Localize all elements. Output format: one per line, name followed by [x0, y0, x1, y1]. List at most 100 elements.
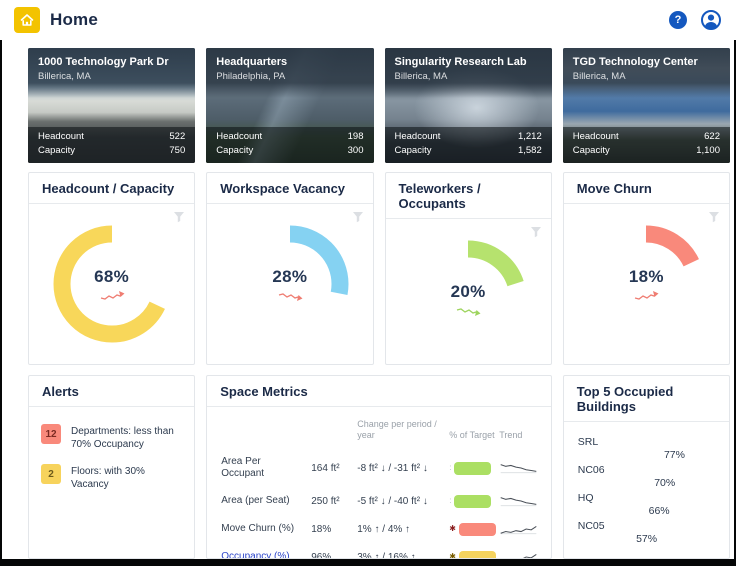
- filter-icon[interactable]: [530, 226, 542, 238]
- building-card-tgd-technology-center[interactable]: TGD Technology Center Billerica, MA Head…: [563, 48, 730, 163]
- metric-value: 164 ft²: [311, 463, 357, 474]
- building-location: Billerica, MA: [395, 71, 542, 82]
- gauge-cards-row: Headcount / Capacity 68% Workspace: [2, 163, 734, 365]
- user-menu-button[interactable]: [700, 9, 722, 31]
- alert-count-badge: 12: [41, 424, 61, 444]
- alert-item-floors[interactable]: 2 Floors: with 30% Vacancy: [41, 464, 182, 491]
- headcount-value: 198: [348, 130, 364, 144]
- metric-change: 1% ↑ / 4% ↑: [357, 524, 449, 535]
- building-name: TGD Technology Center: [573, 55, 720, 69]
- top-building-row-srl: SRL 77%: [578, 436, 717, 461]
- filter-icon[interactable]: [708, 211, 720, 223]
- user-icon: [700, 9, 722, 31]
- top-building-row-hq: HQ 66%: [578, 492, 717, 517]
- headcount-label: Headcount: [38, 130, 84, 144]
- alerts-panel: Alerts 12 Departments: less than 70% Occ…: [28, 375, 195, 559]
- filter-icon[interactable]: [173, 211, 185, 223]
- building-name: Singularity Research Lab: [395, 55, 542, 69]
- top-building-row-nc06: NC06 70%: [578, 464, 717, 489]
- help-button[interactable]: ?: [669, 11, 687, 29]
- building-code: NC05: [578, 520, 717, 533]
- col-header-trend: Trend: [499, 430, 538, 441]
- capacity-value: 300: [348, 144, 364, 158]
- alert-count-badge: 2: [41, 464, 61, 484]
- capacity-value: 1,582: [518, 144, 542, 158]
- capacity-value: 750: [169, 144, 185, 158]
- gauge-card-move-churn: Move Churn 18%: [563, 172, 730, 365]
- donut-chart: [409, 240, 527, 358]
- top-building-row-nc05: NC05 57%: [578, 520, 717, 545]
- donut-chart: [53, 225, 171, 343]
- building-code: SRL: [578, 436, 717, 449]
- capacity-label: Capacity: [38, 144, 75, 158]
- metric-row-area-per-seat: Area (per Seat) 250 ft² -5 ft² ↓ / -40 f…: [221, 487, 537, 515]
- headcount-label: Headcount: [573, 130, 619, 144]
- headcount-value: 1,212: [518, 130, 542, 144]
- col-header-target: % of Target: [449, 430, 499, 441]
- home-icon: [19, 12, 35, 28]
- metric-change: 3% ↑ / 16% ↑: [357, 552, 449, 560]
- target-bar: [459, 523, 496, 536]
- headcount-label: Headcount: [216, 130, 262, 144]
- building-card-singularity-research-lab[interactable]: Singularity Research Lab Billerica, MA H…: [385, 48, 552, 163]
- gauge-title: Workspace Vacancy: [207, 173, 372, 204]
- target-marker: ✱: [449, 553, 456, 559]
- target-bar: [459, 551, 496, 560]
- building-card-1000-technology-park-dr[interactable]: 1000 Technology Park Dr Billerica, MA He…: [28, 48, 195, 163]
- metric-value: 250 ft²: [311, 496, 357, 507]
- metric-change: -8 ft² ↓ / -31 ft² ↓: [357, 463, 449, 474]
- home-button[interactable]: [14, 7, 40, 33]
- gauge-title: Teleworkers / Occupants: [386, 173, 551, 219]
- building-cards-row: 1000 Technology Park Dr Billerica, MA He…: [2, 40, 734, 163]
- dashboard-content: 1000 Technology Park Dr Billerica, MA He…: [0, 40, 736, 566]
- capacity-value: 1,100: [696, 144, 720, 158]
- metric-change: -5 ft² ↓ / -40 ft² ↓: [357, 496, 449, 507]
- target-marker: :: [449, 464, 451, 472]
- trend-sparkline: [499, 549, 538, 559]
- gauge-title: Move Churn: [564, 173, 729, 204]
- target-bar: [454, 495, 491, 508]
- metric-row-occupancy: Occupancy (%) 96% 3% ↑ / 16% ↑ ✱: [221, 543, 537, 559]
- trend-sparkline: [499, 521, 538, 537]
- bottom-panels-row: Alerts 12 Departments: less than 70% Occ…: [2, 365, 734, 559]
- gauge-title: Headcount / Capacity: [29, 173, 194, 204]
- top-buildings-title: Top 5 Occupied Buildings: [564, 376, 729, 422]
- metric-value: 96%: [311, 552, 357, 560]
- alert-item-departments[interactable]: 12 Departments: less than 70% Occupancy: [41, 424, 182, 451]
- trend-sparkline: [499, 493, 538, 509]
- building-name: Headquarters: [216, 55, 363, 69]
- gauge-card-headcount-capacity: Headcount / Capacity 68%: [28, 172, 195, 365]
- headcount-value: 622: [704, 130, 720, 144]
- target-marker: :: [449, 497, 451, 505]
- metric-name: Area Per Occupant: [221, 456, 311, 480]
- target-bar: [454, 462, 491, 475]
- target-marker: ✱: [449, 525, 456, 533]
- occupancy-percent: 70%: [578, 477, 675, 489]
- building-name: 1000 Technology Park Dr: [38, 55, 185, 69]
- metric-name: Area (per Seat): [221, 495, 311, 507]
- gauge-card-teleworkers-occupants: Teleworkers / Occupants 20%: [385, 172, 552, 365]
- filter-icon[interactable]: [352, 211, 364, 223]
- building-code: HQ: [578, 492, 717, 505]
- capacity-label: Capacity: [216, 144, 253, 158]
- alerts-title: Alerts: [29, 376, 194, 407]
- donut-chart: [231, 225, 349, 343]
- building-location: Philadelphia, PA: [216, 71, 363, 82]
- alert-text: Departments: less than 70% Occupancy: [71, 424, 182, 451]
- trend-sparkline: [499, 460, 538, 476]
- space-metrics-header-row: Change per period / year % of Target Tre…: [221, 419, 537, 441]
- help-icon: ?: [675, 14, 682, 26]
- headcount-value: 522: [169, 130, 185, 144]
- gauge-card-workspace-vacancy: Workspace Vacancy 28%: [206, 172, 373, 365]
- alert-text: Floors: with 30% Vacancy: [71, 464, 182, 491]
- space-metrics-title: Space Metrics: [207, 376, 551, 407]
- building-card-headquarters[interactable]: Headquarters Philadelphia, PA Headcount 1…: [206, 48, 373, 163]
- col-header-change: Change per period / year: [357, 419, 437, 441]
- metric-name: Move Churn (%): [221, 523, 311, 535]
- building-location: Billerica, MA: [38, 71, 185, 82]
- building-code: NC06: [578, 464, 717, 477]
- metric-name-occupancy-link[interactable]: Occupancy (%): [221, 551, 311, 559]
- occupancy-percent: 57%: [578, 533, 657, 545]
- page-title: Home: [50, 10, 98, 30]
- occupancy-percent: 66%: [578, 505, 670, 517]
